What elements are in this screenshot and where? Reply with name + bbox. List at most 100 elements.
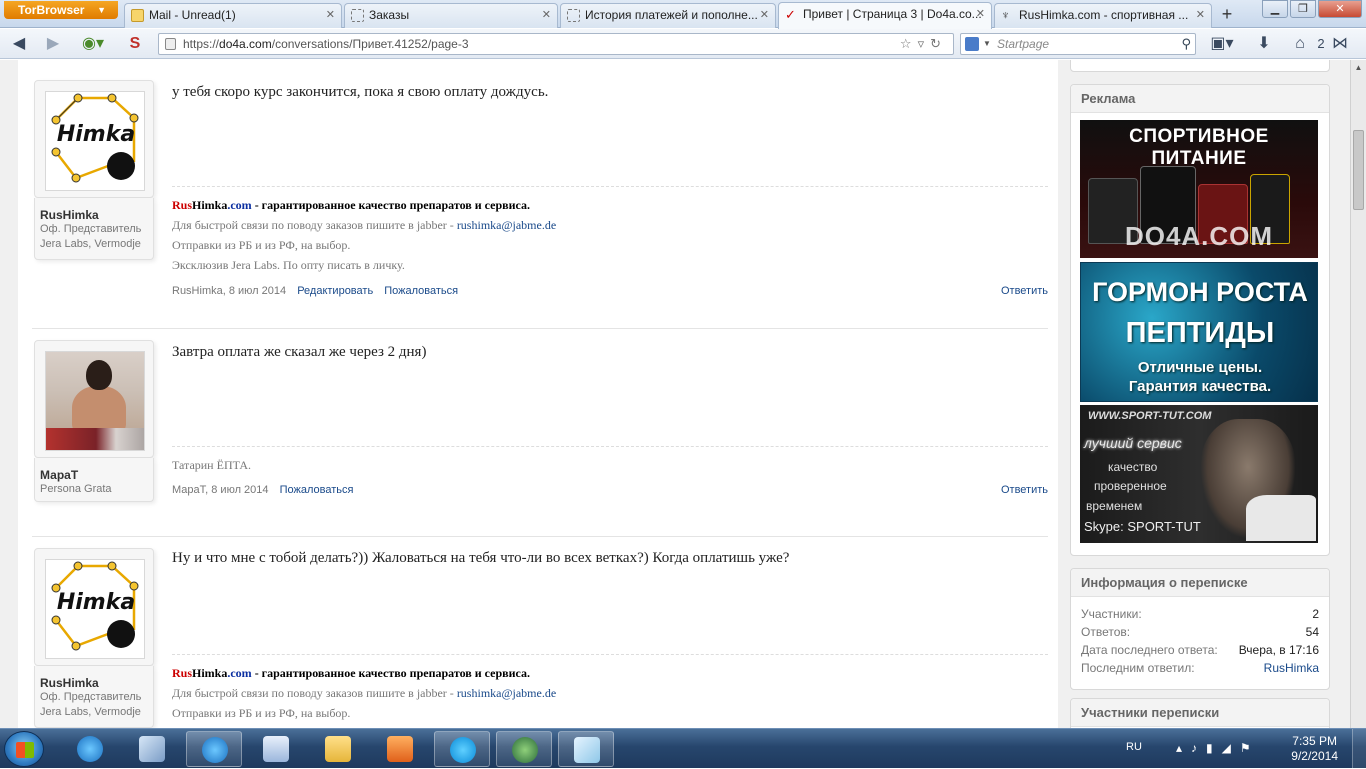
avatar[interactable] (45, 351, 145, 451)
badge-count[interactable]: 2 (1314, 33, 1328, 55)
ad-skype: Skype: SPORT-TUT (1084, 519, 1201, 534)
dropdown-icon[interactable]: ▿ (918, 36, 931, 51)
folder-icon (325, 736, 351, 762)
logo-text: Himka (56, 590, 136, 615)
last-poster-link[interactable]: RusHimka (1264, 659, 1319, 677)
tab-mail[interactable]: Mail - Unread(1) ✕ (124, 3, 342, 28)
user-details: RusHimka Оф. Представитель Jera Labs, Ve… (34, 666, 154, 728)
username-link[interactable]: МараТ (40, 468, 153, 482)
close-icon[interactable]: ✕ (326, 4, 335, 26)
window-controls: ▁ ❐ ✕ (1260, 0, 1362, 20)
reply-link[interactable]: Ответить (1001, 285, 1048, 297)
info-row-replies: Ответов: 54 (1071, 623, 1329, 641)
extension-icon[interactable]: ⋈ (1330, 33, 1350, 55)
tab-title: RusHimka.com - спортивная ... (1019, 8, 1189, 22)
post-date[interactable]: RusHimka, 8 июл 2014 (172, 285, 286, 297)
addon-onion-icon[interactable]: ◉▾ (78, 33, 108, 55)
message-meta: RusHimka, 8 июл 2014 Редактировать Пожал… (172, 285, 1048, 297)
page-icon (351, 9, 364, 22)
jabber-link[interactable]: rushimka@jabme.de (457, 218, 556, 232)
bookmark-star-icon[interactable]: ☆ (900, 36, 918, 51)
reload-icon[interactable]: ↻ (930, 36, 947, 51)
search-bar[interactable]: ▼ Startpage ⚲ (960, 33, 1196, 55)
scroll-thumb[interactable] (1353, 130, 1364, 210)
tab-do4a-active[interactable]: ✓ Привет | Страница 3 | Do4a.co... ✕ (778, 2, 992, 29)
ad-sport-tut-banner[interactable]: WWW.SPORT-TUT.COM лучший сервис качество… (1080, 405, 1318, 543)
tab-rushimka[interactable]: ♆ RusHimka.com - спортивная ... ✕ (994, 3, 1212, 28)
message-post: Himka RusHimka Оф. Представитель Jera La… (32, 548, 1048, 728)
close-icon[interactable]: ✕ (760, 4, 769, 26)
url-path: /conversations/Привет.41252/page-3 (271, 37, 469, 51)
taskbar-ie[interactable] (62, 731, 118, 767)
windows-taskbar: RU ▴♪▮◢⚑ 7:35 PM 9/2/2014 (0, 728, 1366, 769)
taskbar-mail[interactable] (248, 731, 304, 767)
home-icon[interactable]: ⌂ (1290, 33, 1310, 55)
page-scrollbar[interactable]: ▲ (1350, 60, 1366, 728)
network-icon[interactable]: ◢ (1222, 741, 1240, 755)
username-link[interactable]: RusHimka (40, 208, 153, 222)
back-arrow-icon[interactable]: ◀ (8, 33, 30, 55)
username-link[interactable]: RusHimka (40, 676, 153, 690)
taskbar-torbrowser[interactable] (496, 731, 552, 767)
clock[interactable]: 7:35 PM 9/2/2014 (1291, 734, 1338, 764)
close-icon[interactable]: ✕ (1196, 4, 1205, 26)
noscript-icon[interactable]: S (124, 33, 146, 55)
close-icon[interactable]: ✕ (976, 3, 985, 25)
bookmarks-menu-icon[interactable]: ▣▾ (1208, 33, 1236, 55)
volume-icon[interactable]: ♪ (1191, 741, 1206, 755)
tab-title: Привет | Страница 3 | Do4a.co... (803, 7, 982, 21)
url-bar[interactable]: https://do4a.com/conversations/Привет.41… (158, 33, 954, 55)
tab-orders[interactable]: Заказы ✕ (344, 3, 558, 28)
torbrowser-menu-button[interactable]: TorBrowser ▼ (4, 1, 118, 19)
avatar-frame: Himka (34, 80, 154, 198)
report-link[interactable]: Пожаловаться (280, 484, 354, 496)
avatar[interactable]: Himka (45, 559, 145, 659)
jabber-link[interactable]: rushimka@jabme.de (457, 686, 556, 700)
taskbar-ie-running[interactable] (186, 731, 242, 767)
clock-date: 9/2/2014 (1291, 749, 1338, 763)
reply-link[interactable]: Ответить (1001, 484, 1048, 496)
download-icon[interactable]: ⬇ (1254, 33, 1274, 55)
search-engine-icon[interactable] (965, 37, 979, 51)
show-desktop-button[interactable] (1352, 729, 1366, 769)
info-value: 2 (1312, 607, 1319, 621)
taskbar-explorer[interactable] (310, 731, 366, 767)
tab-payments[interactable]: История платежей и пополне... ✕ (560, 3, 776, 28)
post-date[interactable]: МараТ, 8 июл 2014 (172, 484, 269, 496)
message-post: Himka RusHimka Оф. Представитель Jera La… (32, 80, 1048, 325)
info-value: Вчера, в 17:16 (1238, 643, 1319, 657)
himka-logo-icon: Himka (46, 560, 144, 658)
message-meta: МараТ, 8 июл 2014 Пожаловаться Ответить (172, 484, 1048, 496)
maximize-button[interactable]: ❐ (1290, 0, 1316, 18)
window-close-button[interactable]: ✕ (1318, 0, 1362, 18)
user-details: RusHimka Оф. Представитель Jera Labs, Ve… (34, 198, 154, 260)
ad-line: ПЕПТИДЫ (1125, 317, 1275, 349)
battery-icon[interactable]: ▮ (1206, 741, 1222, 755)
info-heading: Информация о переписке (1071, 569, 1329, 597)
ad-growth-hormone-banner[interactable]: ГОРМОН РОСТА ПЕПТИДЫ Отличные цены. Гара… (1080, 262, 1318, 402)
flag-icon[interactable]: ⚑ (1240, 741, 1260, 755)
search-icon[interactable]: ⚲ (1181, 34, 1191, 54)
conversation-content: Himka RusHimka Оф. Представитель Jera La… (18, 60, 1058, 728)
app-icon (139, 736, 165, 762)
forward-arrow-icon[interactable]: ▶ (42, 33, 64, 55)
show-hidden-icons-icon[interactable]: ▴ (1176, 741, 1191, 755)
signature-tagline: - гарантированное качество препаратов и … (251, 666, 531, 680)
language-indicator[interactable]: RU (1126, 741, 1142, 753)
taskbar-media[interactable] (372, 731, 428, 767)
report-link[interactable]: Пожаловаться (384, 285, 458, 297)
ad-sports-nutrition-banner[interactable]: СПОРТИВНОЕ ПИТАНИЕ DO4A.COM (1080, 120, 1318, 258)
taskbar-app[interactable] (124, 731, 180, 767)
globe-icon (512, 737, 538, 763)
brand-com: .com (227, 198, 252, 212)
edit-link[interactable]: Редактировать (297, 285, 373, 297)
taskbar-skype[interactable] (434, 731, 490, 767)
scroll-up-icon[interactable]: ▲ (1351, 60, 1366, 76)
close-icon[interactable]: ✕ (542, 4, 551, 26)
participants-heading: Участники переписки (1071, 699, 1329, 727)
start-button[interactable] (4, 731, 44, 767)
new-tab-button[interactable]: + (1215, 4, 1239, 26)
avatar[interactable]: Himka (45, 91, 145, 191)
taskbar-notepad[interactable] (558, 731, 614, 767)
minimize-button[interactable]: ▁ (1262, 0, 1288, 18)
